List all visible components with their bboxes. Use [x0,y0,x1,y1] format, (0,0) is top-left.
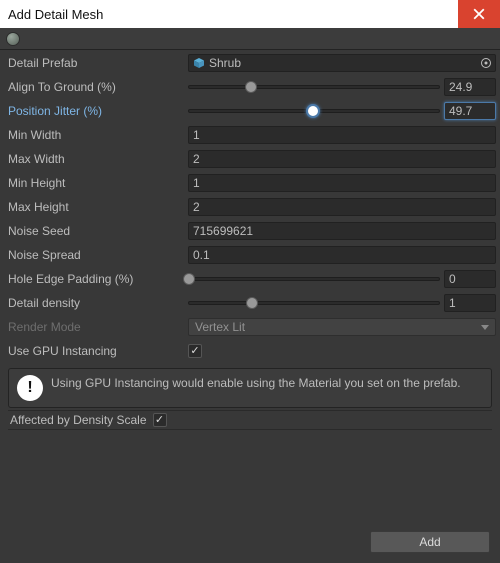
add-button[interactable]: Add [370,531,490,553]
row-noise-spread: Noise Spread 0.1 [4,244,496,266]
render-mode-dropdown[interactable]: Vertex Lit [188,318,496,336]
label-max-height: Max Height [4,200,188,214]
label-detail-density: Detail density [4,296,188,310]
label-position-jitter: Position Jitter (%) [4,104,188,118]
row-hole-edge-padding: Hole Edge Padding (%) 0 [4,268,496,290]
affected-by-density-checkbox[interactable] [153,413,167,427]
row-min-width: Min Width 1 [4,124,496,146]
align-to-ground-slider[interactable] [188,78,440,96]
label-min-height: Min Height [4,176,188,190]
preview-bar [0,28,500,50]
label-noise-seed: Noise Seed [4,224,188,238]
row-max-width: Max Width 2 [4,148,496,170]
label-render-mode: Render Mode [4,320,188,334]
properties-panel: Detail Prefab Shrub Align To Ground (%) … [0,52,500,434]
position-jitter-slider[interactable] [188,102,440,120]
row-detail-prefab: Detail Prefab Shrub [4,52,496,74]
close-button[interactable] [458,0,500,28]
min-width-input[interactable]: 1 [188,126,496,144]
hole-edge-padding-input[interactable]: 0 [444,270,496,288]
row-position-jitter: Position Jitter (%) 49.7 [4,100,496,122]
row-align-to-ground: Align To Ground (%) 24.9 [4,76,496,98]
label-use-gpu-instancing: Use GPU Instancing [4,344,188,358]
object-picker-button[interactable] [479,56,493,70]
noise-spread-input[interactable]: 0.1 [188,246,496,264]
row-min-height: Min Height 1 [4,172,496,194]
noise-seed-input[interactable]: 715699621 [188,222,496,240]
position-jitter-input[interactable]: 49.7 [444,102,496,120]
label-min-width: Min Width [4,128,188,142]
label-affected-by-density: Affected by Density Scale [10,413,147,427]
hole-edge-padding-slider[interactable] [188,270,440,288]
info-text: Using GPU Instancing would enable using … [51,375,461,391]
use-gpu-instancing-checkbox[interactable] [188,344,202,358]
render-mode-value: Vertex Lit [195,320,245,334]
max-width-input[interactable]: 2 [188,150,496,168]
row-max-height: Max Height 2 [4,196,496,218]
detail-density-input[interactable]: 1 [444,294,496,312]
label-hole-edge-padding: Hole Edge Padding (%) [4,272,188,286]
chevron-down-icon [481,325,489,330]
label-align-to-ground: Align To Ground (%) [4,80,188,94]
material-preview-icon[interactable] [6,32,20,46]
label-noise-spread: Noise Spread [4,248,188,262]
detail-prefab-value: Shrub [209,56,241,70]
row-affected-by-density: Affected by Density Scale [8,410,492,430]
row-render-mode: Render Mode Vertex Lit [4,316,496,338]
prefab-cube-icon [193,57,205,69]
detail-prefab-field[interactable]: Shrub [188,54,496,72]
title-bar: Add Detail Mesh [0,0,500,28]
label-detail-prefab: Detail Prefab [4,56,188,70]
min-height-input[interactable]: 1 [188,174,496,192]
close-icon [473,8,485,20]
info-icon: ! [17,375,43,401]
row-detail-density: Detail density 1 [4,292,496,314]
window-title: Add Detail Mesh [8,7,103,22]
align-to-ground-input[interactable]: 24.9 [444,78,496,96]
label-max-width: Max Width [4,152,188,166]
row-use-gpu-instancing: Use GPU Instancing [4,340,496,362]
row-noise-seed: Noise Seed 715699621 [4,220,496,242]
max-height-input[interactable]: 2 [188,198,496,216]
detail-density-slider[interactable] [188,294,440,312]
target-icon [480,57,492,69]
info-box: ! Using GPU Instancing would enable usin… [8,368,492,408]
